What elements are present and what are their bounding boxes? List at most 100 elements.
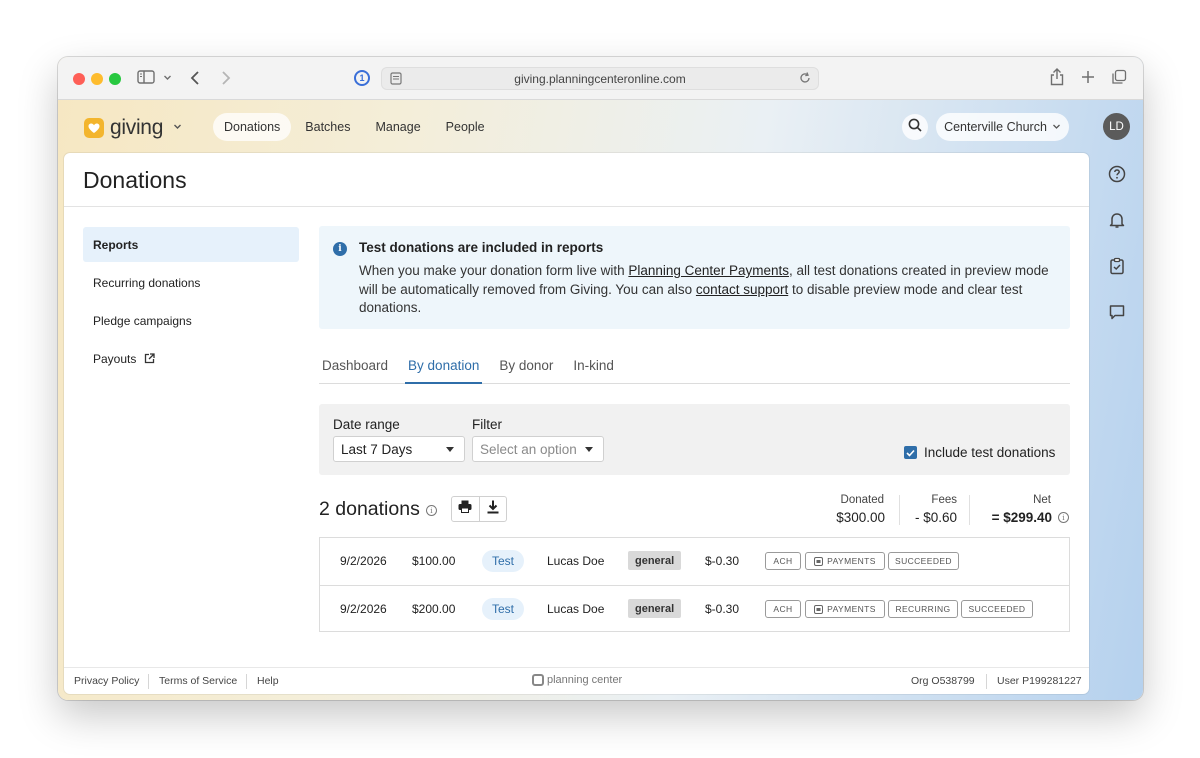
include-test-checkbox[interactable] [904,446,917,459]
alert-text: When you make your donation form live wi… [359,263,629,278]
nav-batches[interactable]: Batches [294,113,361,141]
planning-center-payments-link[interactable]: Planning Center Payments [628,263,789,278]
fees-value: - $0.60 [914,510,957,525]
org-switcher[interactable]: Centerville Church [936,113,1069,141]
table-row[interactable]: 9/2/2026 $100.00 Test Lucas Doe general … [320,538,1069,585]
info-icon: i [333,242,347,256]
test-badge: Test [482,598,524,620]
donation-date: 9/2/2026 [340,602,387,616]
date-range-value: Last 7 Days [341,441,413,457]
donor-name[interactable]: Lucas Doe [547,554,604,568]
nav-manage[interactable]: Manage [364,113,431,141]
subnav-payouts[interactable]: Payouts [83,341,299,376]
donation-amount[interactable]: $200.00 [412,602,455,616]
tag-status: SUCCEEDED [961,600,1033,618]
password-manager-icon[interactable]: 1 [354,70,370,86]
sidebar-toggle-icon[interactable] [137,70,155,84]
tag-recurring: RECURRING [888,600,958,618]
donated-label: Donated [840,494,884,506]
print-button[interactable] [452,497,479,521]
download-button[interactable] [478,497,506,521]
tab-overview-icon[interactable] [1111,69,1127,85]
chevron-down-icon[interactable] [173,122,182,134]
minimize-window-button[interactable] [91,73,103,85]
divider [969,495,970,525]
contact-support-link[interactable]: contact support [696,282,788,297]
test-donations-alert: i Test donations are included in reports… [319,226,1070,329]
info-icon[interactable]: i [1058,512,1069,523]
back-icon[interactable] [190,70,200,86]
forward-icon[interactable] [221,70,231,86]
tag-payments-label: PAYMENTS [827,604,876,614]
tag-ach: ACH [765,552,801,570]
page-title: Donations [83,167,187,193]
donated-value: $300.00 [836,510,885,525]
url-text: giving.planningcenteronline.com [514,71,686,86]
bell-icon[interactable] [1106,209,1128,231]
org-name: Centerville Church [944,120,1047,134]
filter-bar: Date range Last 7 Days Filter Select an … [319,404,1070,475]
fund-badge: general [628,551,682,570]
tab-dashboard[interactable]: Dashboard [319,353,391,384]
subnav-pledge-campaigns[interactable]: Pledge campaigns [83,303,299,338]
planning-center-logo[interactable]: planning center [532,674,622,686]
date-range-select[interactable]: Last 7 Days [333,436,465,462]
tab-by-donation[interactable]: By donation [405,353,483,384]
net-label: Net [1033,494,1051,506]
search-button[interactable] [902,114,928,140]
alert-title: Test donations are included in reports [359,240,604,255]
terms-of-service-link[interactable]: Terms of Service [159,675,237,687]
nav-people[interactable]: People [435,113,496,141]
info-icon[interactable]: i [426,505,437,516]
divider [64,667,1089,668]
help-icon[interactable] [1106,163,1128,185]
fees-label: Fees [931,494,957,506]
include-test-label[interactable]: Include test donations [924,445,1055,460]
tag-payments-label: PAYMENTS [827,556,876,566]
tag-ach: ACH [765,600,801,618]
address-bar[interactable]: giving.planningcenteronline.com [381,67,819,90]
tab-by-donor[interactable]: By donor [496,353,556,384]
table-row[interactable]: 9/2/2026 $200.00 Test Lucas Doe general … [320,585,1069,632]
planning-center-icon [532,674,544,686]
giving-logo[interactable]: giving [84,116,182,140]
divider [246,674,247,689]
reload-icon[interactable] [798,71,812,88]
user-id: User P199281227 [997,675,1082,687]
subnav-reports[interactable]: Reports [83,227,299,262]
new-tab-icon[interactable] [1081,70,1095,84]
report-tabs: Dashboard By donation By donor In-kind [319,353,1070,384]
help-link[interactable]: Help [257,675,279,687]
fee-amount: $-0.30 [705,602,740,616]
avatar[interactable]: LD [1103,113,1130,140]
zoom-window-button[interactable] [109,73,121,85]
tab-in-kind[interactable]: In-kind [570,353,617,384]
close-window-button[interactable] [73,73,85,85]
chevron-down-icon[interactable] [163,73,172,82]
clipboard-check-icon[interactable] [1106,255,1128,277]
app-name: giving [110,116,164,139]
donations-count: 2 donations [319,498,420,520]
filter-placeholder: Select an option [480,441,577,457]
net-value: = $299.40 [991,510,1052,525]
export-buttons [451,496,507,522]
browser-window: 1 giving.planningcenteronline.com giving [58,57,1143,700]
nav-donations[interactable]: Donations [213,113,292,141]
chat-icon[interactable] [1106,301,1128,323]
filter-select[interactable]: Select an option [472,436,604,462]
filter-label: Filter [472,417,502,432]
donor-name[interactable]: Lucas Doe [547,602,604,616]
divider [148,674,149,689]
privacy-policy-link[interactable]: Privacy Policy [74,675,139,687]
subnav-recurring-donations[interactable]: Recurring donations [83,265,299,300]
external-link-icon [144,353,156,364]
main-nav: Donations Batches Manage People [213,113,499,141]
share-icon[interactable] [1050,68,1064,86]
alert-body: When you make your donation form live wi… [359,262,1059,318]
payments-icon [814,604,824,614]
printer-icon [458,500,472,518]
reports-subnav: Reports Recurring donations Pledge campa… [83,227,299,379]
tag-payments: PAYMENTS [805,600,885,618]
donation-amount[interactable]: $100.00 [412,554,455,568]
caret-down-icon [446,447,454,452]
